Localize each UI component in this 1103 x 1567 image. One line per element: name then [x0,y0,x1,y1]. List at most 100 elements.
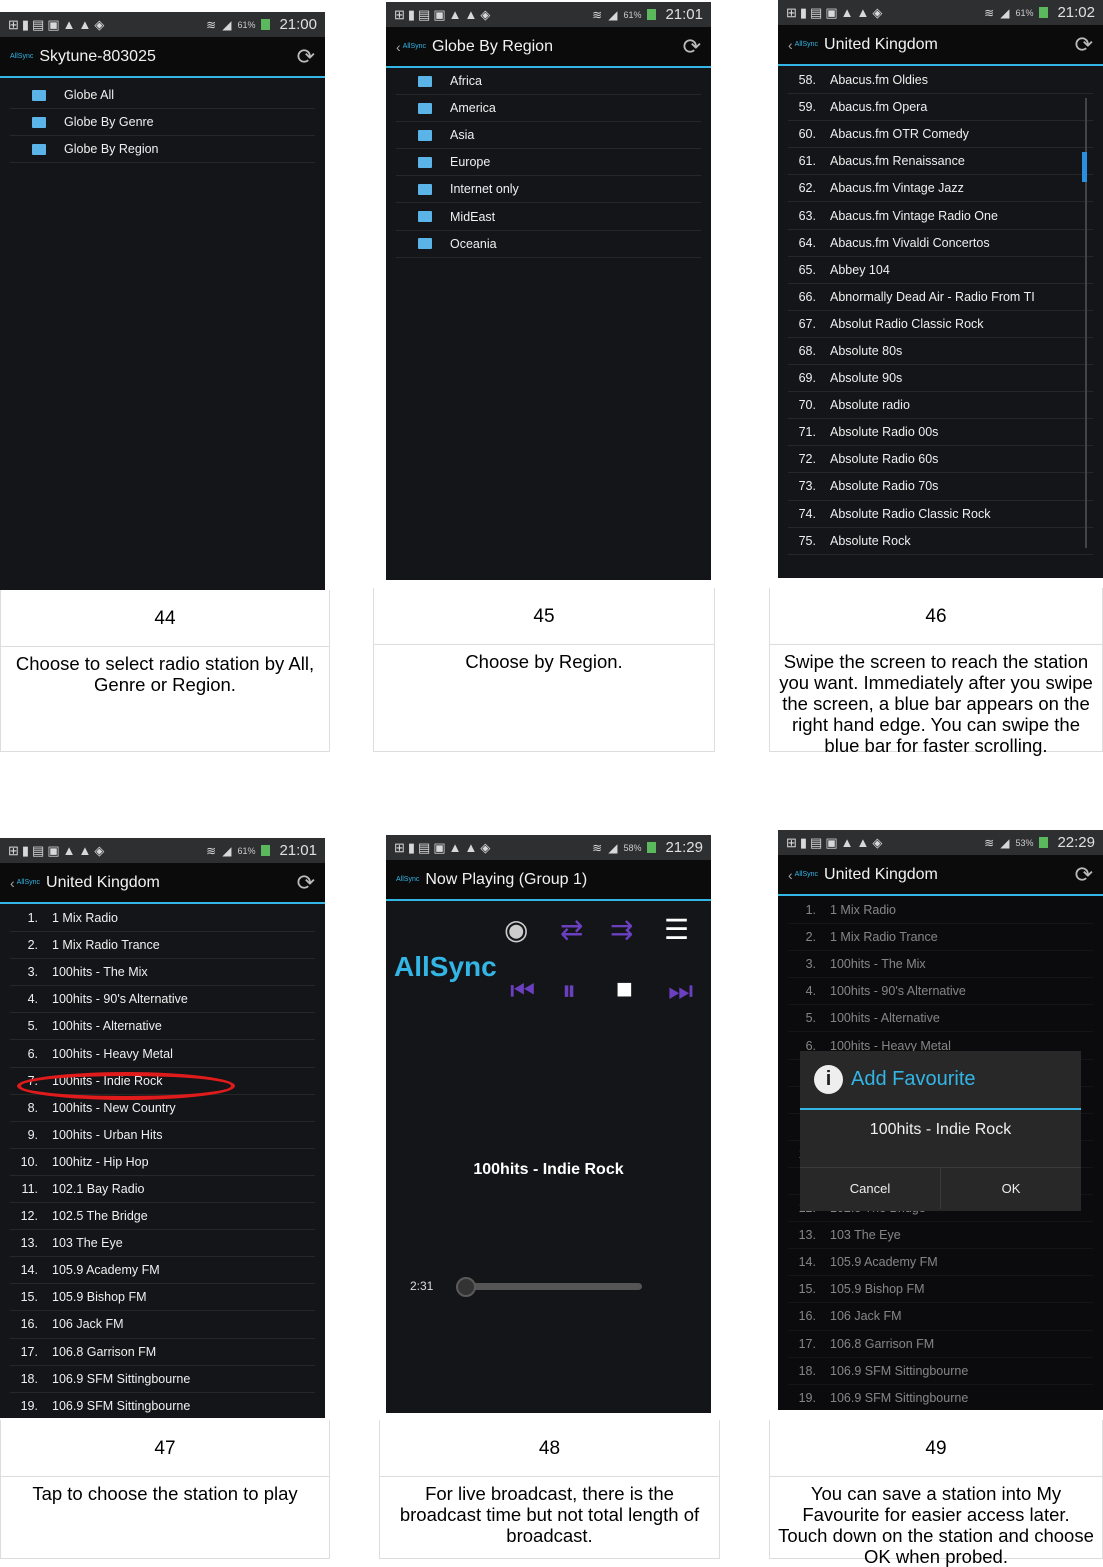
step-caption: For live broadcast, there is the broadca… [399,1483,700,1546]
station-name: Absolute Rock [830,533,911,548]
previous-icon[interactable]: ⏮ [510,975,535,1008]
stop-icon[interactable]: ■ [616,973,633,1005]
station-name: 106.9 SFM Sittingbourne [52,1398,191,1413]
station-item[interactable]: 6. 100hits - Heavy Metal [10,1040,315,1068]
folder-label: Europe [450,155,491,170]
caption-box: 46 Swipe the screen to reach the station … [769,588,1103,756]
station-item[interactable]: 72. Absolute Radio 60s [788,446,1093,474]
folder-item[interactable]: Globe All [10,82,315,110]
station-item[interactable]: 13. 103 The Eye [10,1230,315,1258]
progress-bar[interactable] [456,1283,642,1290]
speaker-icon[interactable]: ◉ [504,913,528,946]
station-item[interactable]: 11. 102.1 Bay Radio [10,1176,315,1204]
station-name: Abbey 104 [830,262,890,277]
station-item[interactable]: 71. Absolute Radio 00s [788,419,1093,447]
back-icon[interactable]: ‹ [10,875,15,891]
folder-item[interactable]: Oceania [396,231,701,258]
station-item[interactable]: 61. Abacus.fm Renaissance [788,148,1093,176]
station-item[interactable]: 62. Abacus.fm Vintage Jazz [788,175,1093,203]
step-number: 49 [770,1420,1102,1477]
station-name: Absolute 90s [830,371,903,386]
station-number: 60. [798,127,816,142]
progress-knob[interactable] [455,1277,476,1297]
folder-icon [418,129,432,141]
phone-screenshot: ⊞▮▤▣▲▲◈ ≋ ◢ 61% 21:00 AllSync Skytune-803025 ⟳ G… [0,12,325,590]
station-item[interactable]: 64. Abacus.fm Vivaldi Concertos [788,230,1093,257]
repeat-icon[interactable]: ⇄ [560,913,583,946]
refresh-icon[interactable]: ⟳ [297,44,315,70]
step-caption: Choose to select radio station by All, G… [15,653,315,695]
station-item[interactable]: 67. Absolut Radio Classic Rock [788,311,1093,338]
ok-button[interactable]: OK [941,1168,1081,1209]
dialog-header: i Add Favourite [800,1051,1081,1110]
station-item[interactable]: 16. 106 Jack FM [10,1311,315,1339]
step-number: 45 [374,588,714,645]
folder-item[interactable]: Europe [396,149,701,177]
next-icon[interactable]: ⏭ [668,975,693,1008]
back-icon[interactable]: ‹ [788,37,793,53]
station-item[interactable]: 59. Abacus.fm Opera [788,94,1093,122]
station-item[interactable]: 75. Absolute Rock [788,528,1093,555]
back-icon[interactable]: ‹ [788,867,793,883]
station-item[interactable]: 60. Abacus.fm OTR Comedy [788,121,1093,149]
refresh-icon[interactable]: ⟳ [297,870,315,896]
station-item[interactable]: 18. 106.9 SFM Sittingbourne [10,1366,315,1393]
folder-item[interactable]: MidEast [396,203,701,231]
back-icon[interactable]: ‹ [396,39,401,55]
step-caption: Swipe the screen to reach the station yo… [779,651,1093,756]
caption-box: 47 Tap to choose the station to play [0,1420,330,1559]
scrollbar-thumb[interactable] [1082,152,1087,182]
playlist-icon[interactable]: ☰ [664,913,689,946]
station-item[interactable]: 3. 100hits - The Mix [10,959,315,987]
station-item[interactable]: 4. 100hits - 90's Alternative [10,986,315,1014]
station-item[interactable]: 17. 106.8 Garrison FM [10,1339,315,1366]
station-item[interactable]: 19. 106.9 SFM Sittingbourne [10,1393,315,1418]
station-item[interactable]: 1. 1 Mix Radio [10,905,315,933]
station-item[interactable]: 66. Abnormally Dead Air - Radio From TI [788,284,1093,311]
pause-icon[interactable]: ⏸ [562,975,576,1008]
folder-item[interactable]: Globe By Genre [10,109,315,137]
folder-item[interactable]: America [396,95,701,123]
battery-icon [647,842,657,853]
wifi-icon: ≋ [984,835,995,850]
notification-icons: ⊞▮▤▣▲▲◈ [394,6,494,22]
station-item[interactable]: 14. 105.9 Academy FM [10,1257,315,1285]
station-name: 106.9 SFM Sittingbourne [52,1371,191,1386]
folder-item[interactable]: Globe By Region [10,136,315,164]
station-number: 2. [27,938,38,953]
folder-icon [418,156,432,168]
station-item[interactable]: 12. 102.5 The Bridge [10,1203,315,1231]
screen-title: Globe By Region [432,37,553,55]
refresh-icon[interactable]: ⟳ [1075,32,1093,58]
station-item[interactable]: 5. 100hits - Alternative [10,1013,315,1041]
station-name: Absolute Radio 00s [830,425,939,440]
station-item[interactable]: 9. 100hits - Urban Hits [10,1122,315,1149]
station-item[interactable]: 74. Absolute Radio Classic Rock [788,501,1093,528]
station-number: 19. [20,1398,38,1413]
station-item[interactable]: 58. Abacus.fm Oldies [788,67,1093,95]
wifi-icon: ≋ [206,843,217,858]
folder-item[interactable]: Internet only [396,176,701,204]
status-bar: ⊞▮▤▣▲▲◈ ≋ ◢ 61% 21:01 [386,2,711,27]
refresh-icon[interactable]: ⟳ [683,34,701,60]
station-item[interactable]: 70. Absolute radio [788,392,1093,420]
shuffle-icon[interactable]: ⇉ [610,913,633,946]
station-item[interactable]: 2. 1 Mix Radio Trance [10,932,315,960]
station-item[interactable]: 73. Absolute Radio 70s [788,473,1093,501]
station-name: Abacus.fm Vivaldi Concertos [830,235,990,250]
station-item[interactable]: 69. Absolute 90s [788,365,1093,393]
station-item[interactable]: 10. 100hitz - Hip Hop [10,1149,315,1176]
station-item[interactable]: 15. 105.9 Bishop FM [10,1284,315,1312]
station-item[interactable]: 68. Absolute 80s [788,338,1093,366]
folder-item[interactable]: Asia [396,122,701,150]
cancel-button[interactable]: Cancel [800,1168,941,1209]
refresh-icon[interactable]: ⟳ [1075,862,1093,888]
station-item[interactable]: 65. Abbey 104 [788,257,1093,284]
folder-item[interactable]: Africa [396,68,701,96]
step-number: 46 [770,588,1102,645]
station-number: 1. [27,911,38,926]
station-number: 69. [798,371,816,386]
station-item[interactable]: 63. Abacus.fm Vintage Radio One [788,202,1093,230]
screen-title: United Kingdom [824,35,938,53]
phone-screenshot: ⊞▮▤▣▲▲◈ ≋ ◢ 61% 21:01 ‹ AllSync United Kingdom ⟳… [0,838,325,1418]
